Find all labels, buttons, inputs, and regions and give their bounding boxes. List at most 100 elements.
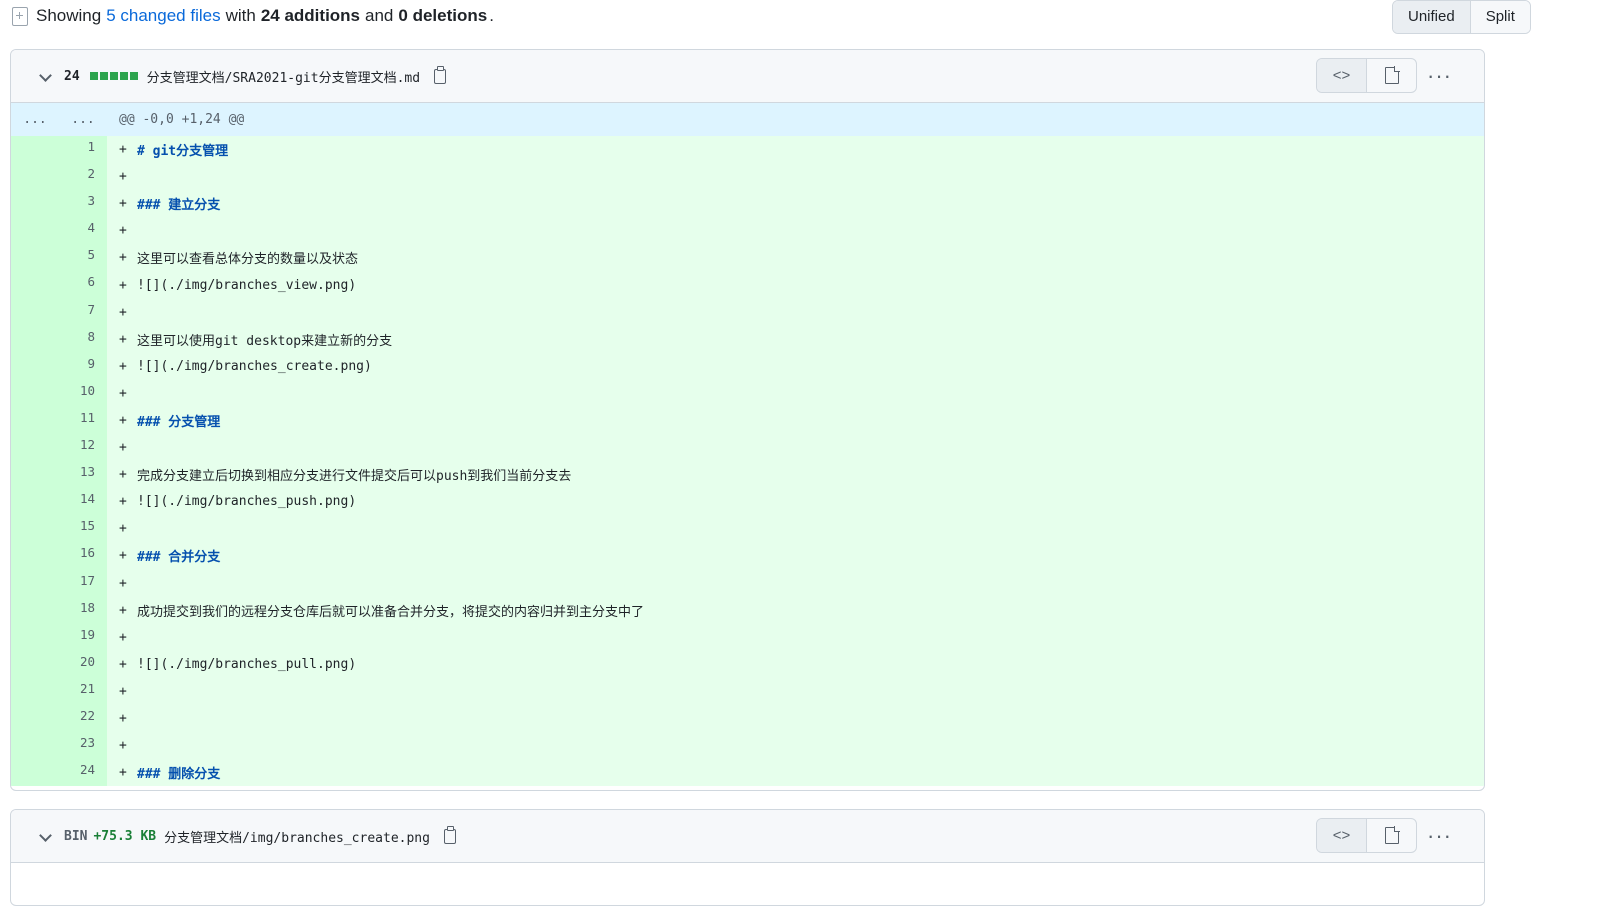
old-line-number[interactable] [11,542,59,570]
diff-line-code: + [107,515,1484,543]
diff-summary: Showing 5 changed files with 24 addition… [12,4,494,28]
view-mode-group: <> [1316,58,1418,93]
new-line-number[interactable]: 21 [59,677,107,705]
rich-view-button[interactable] [1367,59,1416,92]
chevron-down-icon[interactable] [39,831,50,842]
copy-icon[interactable] [443,825,456,844]
kebab-horizontal-icon[interactable]: ··· [1427,819,1452,852]
old-line-number[interactable] [11,190,59,218]
diff-line-text: ### 删除分支 [137,767,221,783]
diff-line: 20 + ![](./img/branches_pull.png) [11,650,1484,678]
rich-view-button[interactable] [1367,819,1416,852]
new-line-number[interactable]: 12 [59,434,107,462]
file-body [11,863,1484,903]
old-line-number[interactable] [11,406,59,435]
old-line-number[interactable] [11,434,59,462]
old-line-number[interactable] [11,623,59,651]
summary-and: and [365,6,394,25]
old-line-number[interactable] [11,759,59,787]
unified-button[interactable]: Unified [1393,1,1471,33]
new-line-number[interactable]: 22 [59,704,107,733]
code-view-button[interactable]: <> [1317,819,1368,852]
addition-marker: + [119,494,127,510]
diff-line: 24 + ### 删除分支 [11,759,1484,787]
code-view-button[interactable]: <> [1317,59,1368,92]
diff-line: 7 + [11,298,1484,326]
diff-line: 5 + 这里可以查看总体分支的数量以及状态 [11,244,1484,272]
new-line-number[interactable]: 15 [59,515,107,543]
new-line-number[interactable]: 13 [59,461,107,489]
kebab-horizontal-icon[interactable]: ··· [1427,59,1452,92]
old-line-number[interactable] [11,569,59,597]
copy-icon[interactable] [434,65,447,84]
file-diff-card: BIN +75.3 KB 分支管理文档/img/branches_create.… [10,809,1485,906]
new-line-number[interactable]: 1 [59,136,107,164]
diff-line-code: + [107,569,1484,597]
diffstat-block [109,72,118,80]
new-line-number[interactable]: 16 [59,542,107,570]
new-line-number[interactable]: 18 [59,596,107,624]
hunk-expand-new[interactable]: ... [59,103,107,136]
new-line-number[interactable]: 5 [59,244,107,272]
new-line-number[interactable]: 2 [59,163,107,191]
old-line-number[interactable] [11,271,59,299]
diff-line-text: ### 分支管理 [137,414,221,430]
changed-files-link[interactable]: 5 changed files [106,6,220,26]
old-line-number[interactable] [11,136,59,164]
old-line-number[interactable] [11,461,59,489]
old-line-number[interactable] [11,325,59,353]
new-line-number[interactable]: 17 [59,569,107,597]
diff-line: 16 + ### 合并分支 [11,542,1484,570]
old-line-number[interactable] [11,677,59,705]
line-change-count: 24 [64,68,80,84]
file-actions: <> ··· [1316,818,1452,853]
split-button[interactable]: Split [1470,1,1530,33]
diff-line-code: + ### 建立分支 [107,190,1484,218]
new-line-number[interactable]: 3 [59,190,107,218]
new-line-number[interactable]: 11 [59,406,107,435]
old-line-number[interactable] [11,217,59,245]
diff-line-code: + [107,677,1484,705]
diff-line-text: 成功提交到我们的远程分支仓库后就可以准备合并分支，将提交的内容归并到主分支中了 [137,604,645,620]
new-line-number[interactable]: 7 [59,298,107,326]
new-line-number[interactable]: 4 [59,217,107,245]
new-line-number[interactable]: 9 [59,352,107,380]
new-line-number[interactable]: 8 [59,325,107,353]
diff-line-text: ![](./img/branches_pull.png) [137,656,357,672]
old-line-number[interactable] [11,163,59,191]
chevron-down-icon[interactable] [39,71,50,82]
old-line-number[interactable] [11,379,59,407]
diff-line-code: + [107,623,1484,651]
diff-line: 8 + 这里可以使用git desktop来建立新的分支 [11,325,1484,353]
new-line-number[interactable]: 23 [59,732,107,760]
new-line-number[interactable]: 24 [59,759,107,787]
file-name-link[interactable]: 分支管理文档/SRA2021-git分支管理文档.md [147,67,420,86]
diff-line-code: + ![](./img/branches_push.png) [107,488,1484,516]
new-line-number[interactable]: 20 [59,650,107,678]
old-line-number[interactable] [11,650,59,678]
new-line-number[interactable]: 10 [59,379,107,407]
diff-line-code: + [107,298,1484,326]
old-line-number[interactable] [11,704,59,733]
diff-line: 13 + 完成分支建立后切换到相应分支进行文件提交后可以push到我们当前分支去 [11,461,1484,489]
diff-line-code: + ![](./img/branches_create.png) [107,352,1484,380]
old-line-number[interactable] [11,732,59,760]
diff-line-code: + ### 合并分支 [107,542,1484,570]
diffstat-block [89,72,98,80]
deletions-count: 0 deletions [398,6,488,25]
new-line-number[interactable]: 14 [59,488,107,516]
code-icon: <> [1332,67,1351,84]
diff-line: 23 + [11,732,1484,760]
hunk-expand-old[interactable]: ... [11,103,59,136]
old-line-number[interactable] [11,596,59,624]
new-line-number[interactable]: 6 [59,271,107,299]
old-line-number[interactable] [11,515,59,543]
new-line-number[interactable]: 19 [59,623,107,651]
old-line-number[interactable] [11,488,59,516]
addition-marker: + [119,304,127,320]
file-name-link[interactable]: 分支管理文档/img/branches_create.png [164,827,430,846]
old-line-number[interactable] [11,352,59,380]
old-line-number[interactable] [11,244,59,272]
diff-line-text: 这里可以查看总体分支的数量以及状态 [137,252,359,268]
old-line-number[interactable] [11,298,59,326]
